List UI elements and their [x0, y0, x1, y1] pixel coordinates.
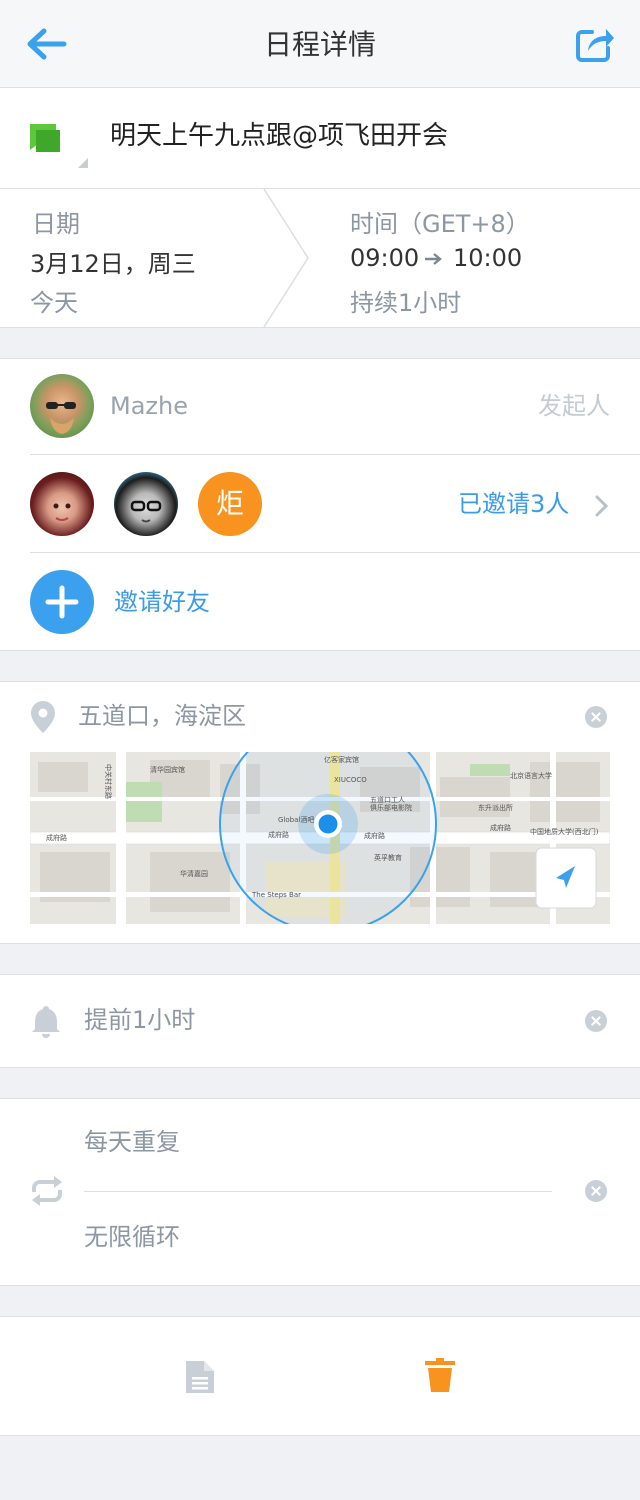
trash-icon[interactable]: [424, 1358, 456, 1394]
organizer-name: Mazhe: [110, 392, 188, 420]
avatar[interactable]: [114, 472, 178, 536]
divider: [84, 1191, 552, 1192]
location-text[interactable]: 五道口，海淀区: [78, 700, 246, 732]
avatar[interactable]: [30, 472, 94, 536]
svg-text:成府路: 成府路: [364, 831, 385, 840]
time-label: 时间（GET+8）: [350, 210, 530, 238]
svg-text:The Steps Bar: The Steps Bar: [251, 891, 301, 899]
reminder-text[interactable]: 提前1小时: [84, 1004, 195, 1036]
svg-text:成府路: 成府路: [268, 830, 289, 839]
event-title[interactable]: 明天上午九点跟@项飞田开会: [110, 114, 448, 158]
notes-icon[interactable]: [184, 1359, 216, 1395]
invite-friends-label[interactable]: 邀请好友: [114, 586, 210, 618]
svg-text:清华园宾馆: 清华园宾馆: [150, 765, 185, 774]
arrow-right-icon: [425, 253, 442, 265]
action-bar: [0, 1316, 640, 1436]
location-pin-icon: [31, 701, 55, 733]
svg-text:中关村东路: 中关村东路: [104, 764, 113, 799]
svg-text:Global酒吧: Global酒吧: [278, 816, 314, 824]
avatar-initial[interactable]: 炬: [198, 472, 262, 536]
clear-location-icon[interactable]: [585, 706, 607, 728]
flag-icon: [30, 124, 88, 168]
repeat-icon: [32, 1176, 62, 1206]
repeat-end[interactable]: 无限循环: [84, 1221, 180, 1253]
svg-text:成府路: 成府路: [46, 833, 67, 842]
date-relative: 今天: [30, 289, 78, 317]
svg-text:英孚教育: 英孚教育: [374, 853, 402, 862]
organizer-role: 发起人: [538, 392, 610, 420]
invite-friends-button[interactable]: [30, 570, 94, 634]
page-title: 日程详情: [263, 28, 376, 61]
svg-text:华清嘉园: 华清嘉园: [180, 869, 208, 878]
repeat-frequency[interactable]: 每天重复: [84, 1126, 180, 1158]
time-start[interactable]: 09:00: [350, 244, 419, 272]
svg-text:五道口工人: 五道口工人: [370, 795, 405, 804]
svg-text:XIUCOCO: XIUCOCO: [334, 776, 367, 784]
back-arrow-icon[interactable]: [24, 26, 68, 62]
bell-icon: [32, 1006, 60, 1038]
date-label: 日期: [32, 210, 80, 238]
svg-text:成府路: 成府路: [490, 823, 511, 832]
duration: 持续1小时: [350, 289, 462, 317]
date-value[interactable]: 3月12日，周三: [30, 244, 196, 279]
divider: [30, 454, 640, 455]
svg-text:亿客家宾馆: 亿客家宾馆: [324, 755, 359, 764]
time-end[interactable]: 10:00: [453, 244, 522, 272]
share-icon[interactable]: [574, 24, 616, 64]
invited-count-link[interactable]: 已邀请3人: [458, 488, 569, 520]
svg-text:东升派出所: 东升派出所: [478, 803, 513, 812]
chevron-right-icon[interactable]: [594, 494, 610, 518]
svg-text:中国地质大学(西北门): 中国地质大学(西北门): [530, 827, 599, 836]
plus-icon: [45, 585, 79, 619]
divider-chevron: [263, 189, 309, 327]
clear-repeat-icon[interactable]: [585, 1180, 607, 1202]
clear-reminder-icon[interactable]: [585, 1010, 607, 1032]
svg-text:北京语言大学: 北京语言大学: [510, 771, 552, 780]
location-map[interactable]: 成府路 成府路 成府路 成府路 Global酒吧 The Steps Bar 华…: [30, 752, 610, 924]
svg-text:俱乐部电影院: 俱乐部电影院: [370, 803, 412, 812]
avatar[interactable]: [30, 374, 94, 438]
divider: [30, 552, 640, 553]
